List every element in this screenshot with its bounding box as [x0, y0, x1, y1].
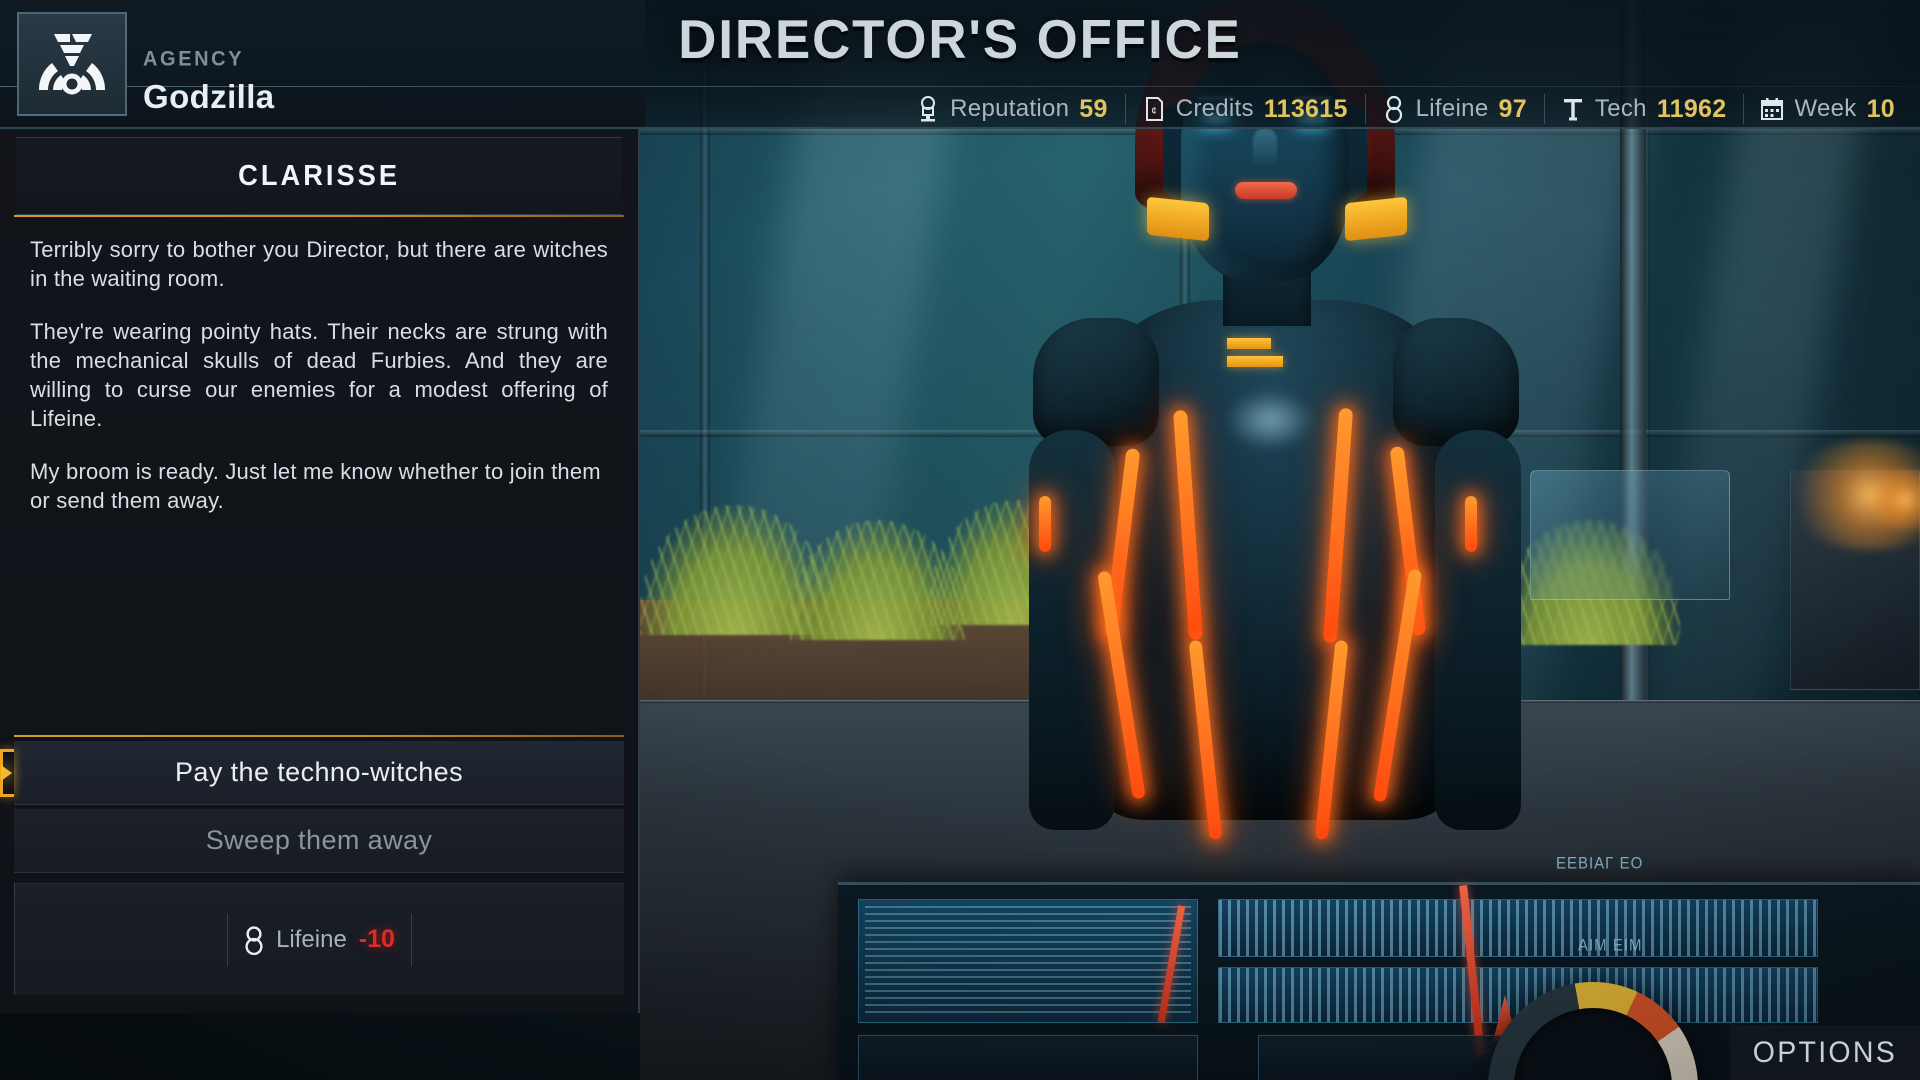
resource-value: 59 — [1079, 94, 1108, 123]
cost-value: -10 — [358, 925, 395, 953]
resource-name: Reputation — [950, 95, 1070, 122]
speaker-name: CLARISSE — [238, 159, 400, 192]
resource-name: Credits — [1175, 95, 1254, 122]
game-screen: ΕΕΒΙΑΓ ΕΟ ΑΙΜ ΕΙΜ AGENCY Godzilla DIRECT… — [0, 0, 1920, 1080]
robot-chest-panel — [1227, 338, 1271, 349]
resource-value: 10 — [1866, 94, 1895, 123]
calendar-icon — [1760, 95, 1784, 123]
clarisse-character — [995, 0, 1555, 910]
dialogue-panel: CLARISSE Terribly sorry to bother you Di… — [0, 129, 640, 1013]
page-title: DIRECTOR'S OFFICE — [678, 8, 1242, 70]
selection-arrow-icon — [0, 749, 14, 797]
lifeine-icon — [244, 925, 264, 955]
svg-text:¢: ¢ — [1151, 106, 1157, 117]
console-grid-pattern — [1219, 900, 1817, 956]
resource-value: 11962 — [1656, 94, 1727, 123]
robot-arm-right — [1435, 430, 1521, 830]
console-grid-card — [1218, 899, 1818, 957]
top-hud-bar: AGENCY Godzilla DIRECTOR'S OFFICE Reputa… — [0, 0, 1920, 129]
robot-shoulder-right — [1393, 318, 1519, 446]
resource-name: Lifeine — [1415, 95, 1489, 122]
resource-bar: Reputation 59 ¢ Credits 113615 Lifeine 9… — [899, 86, 1912, 132]
choice-option-sweep-them-away[interactable]: Sweep them away — [14, 809, 624, 873]
resource-week[interactable]: Week 10 — [1743, 88, 1912, 130]
dialogue-paragraph: Terribly sorry to bother you Director, b… — [30, 237, 608, 292]
robot-ear-pad-left — [1147, 196, 1209, 242]
lifeine-icon — [1382, 95, 1406, 123]
resource-name: Week — [1794, 95, 1857, 122]
speaker-header: CLARISSE — [16, 137, 622, 215]
reputation-icon — [916, 95, 940, 123]
console-readout-card — [858, 899, 1198, 1023]
credits-icon: ¢ — [1142, 95, 1166, 123]
robot-chest-highlight — [1225, 390, 1315, 450]
resource-reputation[interactable]: Reputation 59 — [899, 88, 1125, 130]
choice-label: Pay the techno-witches — [175, 757, 463, 787]
resource-value: 113615 — [1263, 94, 1348, 123]
robot-mouth — [1235, 182, 1297, 199]
choice-cost-panel: Lifeine -10 — [14, 883, 624, 995]
console-readout-text: ΕΕΒΙΑΓ ΕΟ — [1556, 854, 1644, 873]
resource-value: 97 — [1498, 94, 1527, 123]
robot-ear-pad-right — [1345, 196, 1407, 242]
console-data-lines — [865, 906, 1191, 1016]
options-button[interactable]: OPTIONS — [1730, 1025, 1920, 1080]
console-readout-text: ΑΙΜ ΕΙΜ — [1578, 936, 1643, 955]
cost-entry: Lifeine -10 — [227, 913, 412, 966]
dialogue-paragraph: My broom is ready. Just let me know whet… — [30, 459, 601, 514]
choice-label: Sweep them away — [205, 825, 433, 855]
choice-list: Pay the techno-witches Sweep them away L… — [0, 735, 638, 1013]
choice-option-pay-the-techno-witches[interactable]: Pay the techno-witches — [0, 741, 624, 805]
robot-chest-panel — [1227, 356, 1283, 367]
resource-tech[interactable]: Tech 11962 — [1543, 88, 1744, 130]
cost-name: Lifeine — [276, 925, 347, 953]
agency-name: Godzilla — [143, 78, 275, 115]
dialogue-paragraph: They're wearing pointy hats. Their necks… — [30, 319, 608, 432]
resource-lifeine[interactable]: Lifeine 97 — [1364, 88, 1544, 130]
resource-credits[interactable]: ¢ Credits 113615 — [1124, 88, 1365, 130]
dialogue-text: Terribly sorry to bother you Director, b… — [0, 217, 638, 735]
robot-shoulder-left — [1033, 318, 1159, 446]
choice-accent-rule — [14, 735, 624, 737]
robot-light-dot — [1039, 496, 1051, 552]
robot-arm-left — [1029, 430, 1115, 830]
resource-name: Tech — [1594, 95, 1647, 122]
glass-equipment-panel — [1530, 470, 1730, 600]
robot-light-dot — [1465, 496, 1477, 552]
robot-nose — [1253, 128, 1277, 170]
tech-icon — [1561, 95, 1585, 123]
options-label: OPTIONS — [1752, 1035, 1898, 1069]
console-footer-card — [858, 1035, 1198, 1080]
